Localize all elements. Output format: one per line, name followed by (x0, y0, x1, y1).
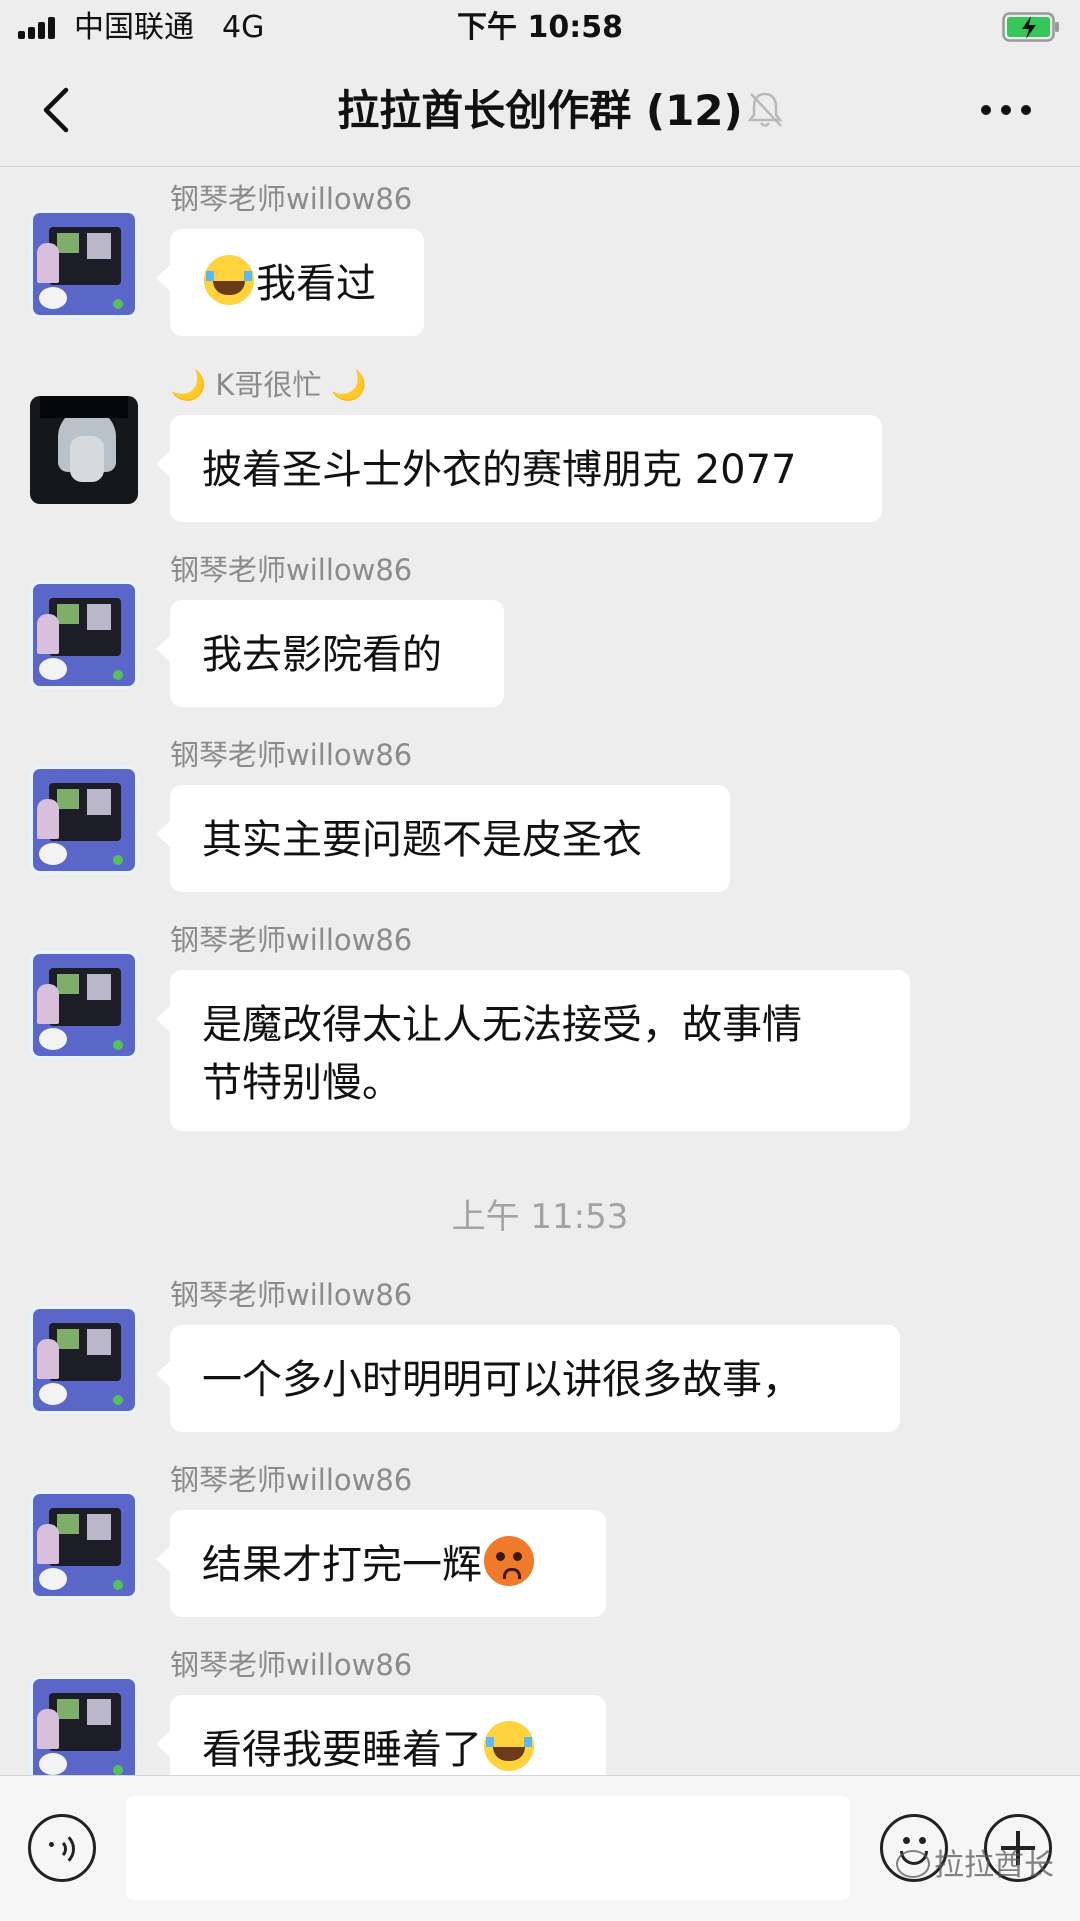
watermark-text: 拉拉酋长 (934, 1848, 1054, 1883)
piano-teacher-avatar[interactable] (30, 1491, 138, 1599)
message-bubble[interactable]: 一个多小时明明可以讲很多故事， (156, 1325, 900, 1432)
piano-teacher-avatar[interactable] (30, 1676, 138, 1776)
piano-teacher-avatar[interactable] (30, 1306, 138, 1414)
wechat-logo-icon (896, 1850, 930, 1878)
sender-name: 钢琴老师willow86 (170, 1648, 413, 1682)
message-bubble[interactable]: 我去影院看的 (156, 600, 504, 707)
watermark: 拉拉酋长 (896, 1846, 1054, 1886)
chat-message: 钢琴老师willow86 看得我要睡着了 (0, 1646, 1080, 1776)
piano-teacher-avatar[interactable] (30, 581, 138, 689)
message-text-line: 是魔改得太让人无法接受，故事情 (202, 1002, 802, 1048)
chat-message: 钢琴老师willow86 我去影院看的 (0, 551, 1080, 711)
chat-title: 拉拉酋长创作群 (12) (337, 86, 743, 135)
piano-teacher-avatar[interactable] (30, 766, 138, 874)
chat-message: 钢琴老师willow86 我看过 (0, 180, 1080, 340)
message-bubble[interactable]: 我看过 (156, 229, 424, 336)
message-text: 我去影院看的 (202, 632, 442, 678)
message-bubble[interactable]: 看得我要睡着了 (156, 1695, 606, 1776)
time-divider: 上午 11:53 (451, 1197, 629, 1237)
message-text: 结果才打完一辉 (202, 1542, 482, 1588)
sender-name: 钢琴老师willow86 (170, 553, 413, 587)
message-text: 披着圣斗士外衣的赛博朋克 2077 (202, 447, 797, 493)
voice-icon[interactable] (28, 1814, 96, 1882)
sender-name: 钢琴老师willow86 (170, 923, 413, 957)
message-bubble[interactable]: 其实主要问题不是皮圣衣 (156, 785, 730, 892)
chat-message: 钢琴老师willow86 其实主要问题不是皮圣衣 (0, 736, 1080, 896)
message-text: 看得我要睡着了 (202, 1727, 482, 1773)
message-text: 我看过 (256, 261, 376, 307)
chat-title-wrap: 拉拉酋长创作群 (12) (0, 86, 1080, 136)
message-bubble[interactable]: 结果才打完一辉 (156, 1510, 606, 1617)
piano-teacher-avatar[interactable] (30, 210, 138, 318)
bell-muted-icon (747, 92, 783, 127)
sender-name: 钢琴老师willow86 (170, 182, 413, 216)
message-text-line: 节特别慢。 (202, 1060, 402, 1106)
k-ge-avatar[interactable] (30, 396, 138, 504)
message-text: 一个多小时明明可以讲很多故事， (202, 1357, 802, 1403)
sender-name: 🌙 K哥很忙 🌙 (170, 368, 367, 402)
message-text: 其实主要问题不是皮圣衣 (202, 817, 642, 863)
status-time: 下午 10:58 (457, 10, 623, 45)
message-bubble[interactable]: 披着圣斗士外衣的赛博朋克 2077 (156, 415, 882, 522)
status-bar: 中国联通 4G 下午 10:58 (0, 0, 1080, 56)
chat-message: 钢琴老师willow86 一个多小时明明可以讲很多故事， (0, 1276, 1080, 1436)
sender-name: 钢琴老师willow86 (170, 738, 413, 772)
message-bubble[interactable]: 是魔改得太让人无法接受，故事情 节特别慢。 (156, 970, 910, 1131)
sender-name: 钢琴老师willow86 (170, 1463, 413, 1497)
piano-teacher-avatar[interactable] (30, 951, 138, 1059)
sender-name: 钢琴老师willow86 (170, 1278, 413, 1312)
chat-message: 钢琴老师willow86 结果才打完一辉 (0, 1461, 1080, 1621)
chat-message: 钢琴老师willow86 是魔改得太让人无法接受，故事情 节特别慢。 (0, 921, 1080, 1131)
message-input[interactable] (126, 1796, 850, 1900)
laughing-tears-emoji (204, 255, 254, 305)
more-dots-icon[interactable] (976, 90, 1036, 130)
chat-header: 拉拉酋长创作群 (12) (0, 56, 1080, 167)
chat-message: 🌙 K哥很忙 🌙 披着圣斗士外衣的赛博朋克 2077 (0, 366, 1080, 526)
flushed-sweat-emoji (484, 1536, 534, 1586)
battery-charging-icon (1002, 12, 1059, 42)
laughing-tears-emoji (484, 1721, 534, 1771)
